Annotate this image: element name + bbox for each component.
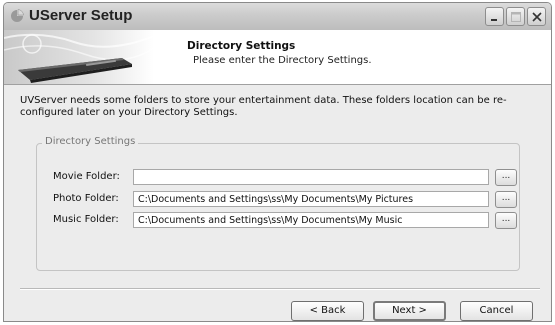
movie-folder-browse-button[interactable]: ... [495, 169, 517, 186]
footer-divider [20, 288, 540, 290]
close-icon [532, 12, 542, 22]
app-icon [10, 9, 24, 23]
wizard-header: Directory Settings Please enter the Dire… [4, 30, 551, 85]
back-button[interactable]: < Back [291, 301, 364, 321]
page-subtitle: Please enter the Directory Settings. [193, 55, 372, 66]
music-folder-label: Music Folder: [53, 214, 119, 225]
close-button[interactable] [527, 7, 546, 26]
maximize-button[interactable] [506, 7, 525, 26]
intro-text: UVServer needs some folders to store you… [20, 95, 507, 118]
directory-settings-group [36, 143, 520, 271]
music-folder-input[interactable] [133, 212, 489, 228]
movie-folder-label: Movie Folder: [53, 171, 120, 182]
movie-folder-input[interactable] [133, 169, 489, 185]
photo-folder-browse-button[interactable]: ... [495, 191, 517, 208]
cancel-button[interactable]: Cancel [460, 301, 533, 321]
window-title: UServer Setup [29, 7, 133, 24]
setup-window: UServer Setup Directory Settings Please … [3, 2, 552, 322]
minimize-button[interactable] [485, 7, 504, 26]
next-button[interactable]: Next > [373, 301, 446, 321]
group-legend: Directory Settings [42, 136, 139, 147]
page-title: Directory Settings [187, 40, 296, 52]
photo-folder-input[interactable] [133, 191, 489, 207]
device-illustration-icon [4, 30, 154, 84]
title-bar[interactable]: UServer Setup [4, 3, 551, 31]
maximize-icon [511, 12, 521, 22]
minimize-icon [491, 19, 497, 21]
music-folder-browse-button[interactable]: ... [495, 212, 517, 229]
photo-folder-label: Photo Folder: [53, 193, 119, 204]
